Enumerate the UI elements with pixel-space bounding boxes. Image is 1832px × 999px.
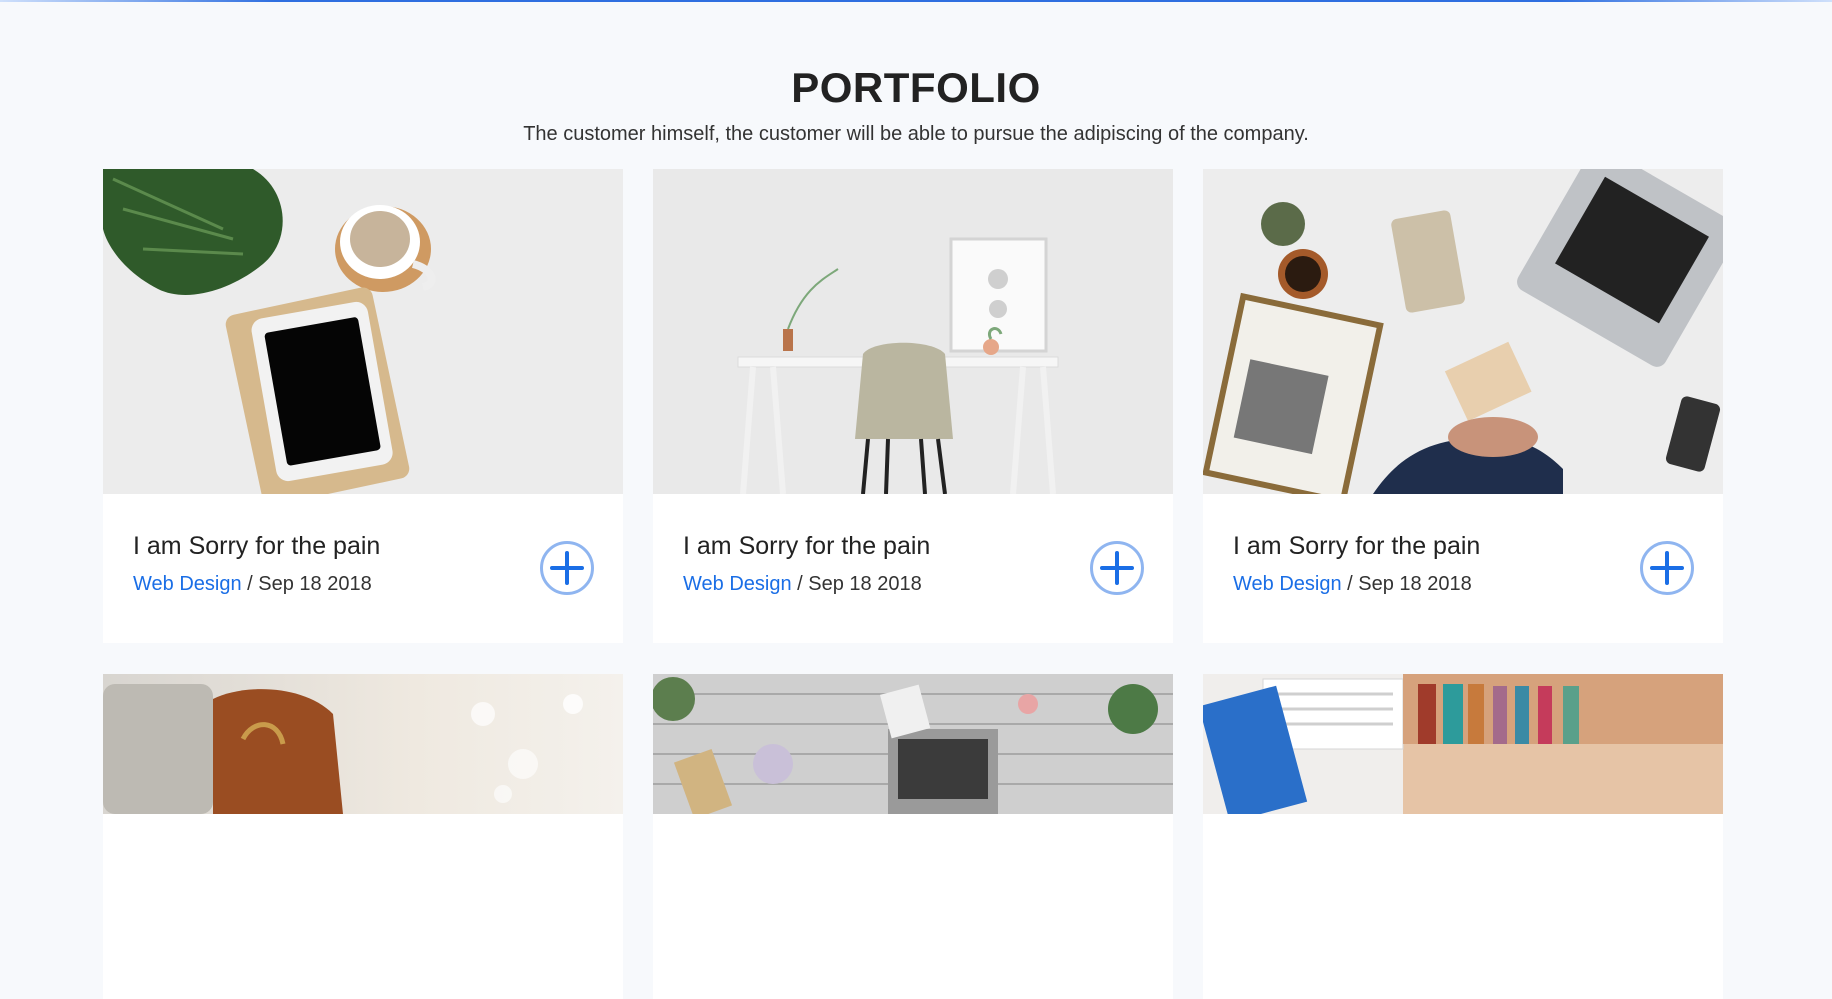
portfolio-image-tablet[interactable] (103, 169, 623, 494)
flowers-laptop-table-photo (653, 674, 1173, 814)
keyboard-books-photo (1203, 674, 1723, 814)
portfolio-image-flowers[interactable] (653, 674, 1173, 999)
card-plus-button[interactable] (1640, 541, 1694, 595)
card-meta: Web Design / Sep 18 2018 (683, 573, 922, 596)
portfolio-card[interactable]: I am Sorry for the pain Web Design / Sep… (653, 169, 1173, 643)
portfolio-grid: I am Sorry for the pain Web Design / Sep… (103, 169, 1723, 999)
card-plus-button[interactable] (540, 541, 594, 595)
card-plus-button[interactable] (1090, 541, 1144, 595)
portfolio-image-bag[interactable] (103, 674, 623, 999)
card-body: I am Sorry for the pain Web Design / Sep… (103, 494, 623, 643)
portfolio-card[interactable]: I am Sorry for the pain Web Design / Sep… (103, 169, 623, 643)
desk-chair-photo (653, 169, 1173, 494)
card-category-link[interactable]: Web Design (1233, 573, 1342, 595)
portfolio-image-books[interactable] (1203, 674, 1723, 999)
plus-icon (1650, 551, 1684, 585)
section-title: PORTFOLIO (791, 64, 1041, 111)
portfolio-image-desk[interactable] (653, 169, 1173, 494)
meta-separator: / (247, 573, 253, 595)
card-title[interactable]: I am Sorry for the pain (1233, 532, 1480, 561)
plus-icon (550, 551, 584, 585)
leather-bag-laptop-photo (103, 674, 623, 814)
portfolio-section: PORTFOLIO The customer himself, the cust… (0, 0, 1832, 999)
card-date: Sep 18 2018 (808, 573, 922, 595)
portfolio-card[interactable] (103, 674, 623, 999)
plus-icon (1100, 551, 1134, 585)
business-desk-laptop-photo (1203, 169, 1723, 494)
portfolio-card[interactable] (653, 674, 1173, 999)
card-date: Sep 18 2018 (258, 573, 372, 595)
card-title[interactable]: I am Sorry for the pain (133, 532, 380, 561)
card-meta: Web Design / Sep 18 2018 (1233, 573, 1472, 596)
tablet-plant-coffee-photo (103, 169, 623, 494)
card-meta: Web Design / Sep 18 2018 (133, 573, 372, 596)
card-category-link[interactable]: Web Design (133, 573, 242, 595)
section-subtitle: The customer himself, the customer will … (523, 123, 1309, 145)
card-title[interactable]: I am Sorry for the pain (683, 532, 930, 561)
card-category-link[interactable]: Web Design (683, 573, 792, 595)
card-date: Sep 18 2018 (1358, 573, 1472, 595)
card-body: I am Sorry for the pain Web Design / Sep… (653, 494, 1173, 643)
card-body: I am Sorry for the pain Web Design / Sep… (1203, 494, 1723, 643)
portfolio-image-business[interactable] (1203, 169, 1723, 494)
meta-separator: / (797, 573, 803, 595)
portfolio-card[interactable] (1203, 674, 1723, 999)
meta-separator: / (1347, 573, 1353, 595)
portfolio-card[interactable]: I am Sorry for the pain Web Design / Sep… (1203, 169, 1723, 643)
